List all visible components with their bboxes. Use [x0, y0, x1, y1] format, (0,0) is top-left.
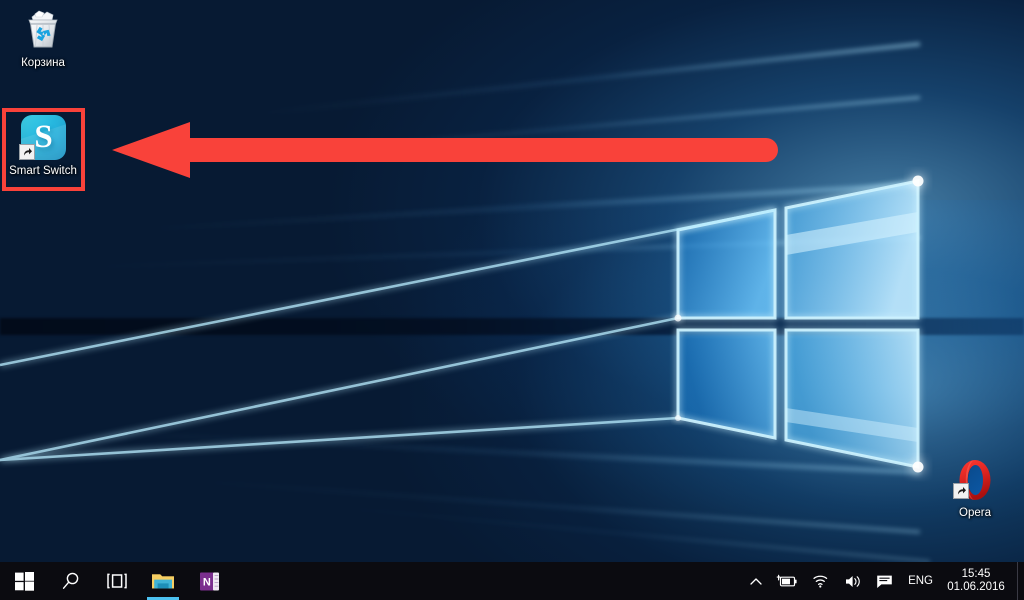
speaker-icon: [846, 575, 860, 587]
desktop-screen: Корзина S Smart Switch Opera N ENG 15:45…: [0, 0, 1024, 600]
battery-charging-icon: [776, 574, 797, 586]
taskbar-start-button[interactable]: [0, 562, 48, 600]
tray-language-indicator[interactable]: ENG: [900, 575, 943, 587]
clock-date: 01.06.2016: [947, 581, 1005, 593]
desktop-icon-recycle-bin[interactable]: Корзина: [4, 6, 82, 70]
desktop-icon-label: Opera: [959, 507, 991, 519]
tray-battery-button[interactable]: [769, 562, 805, 600]
taskbar-search-button[interactable]: [48, 562, 94, 600]
tray-action-center-button[interactable]: [869, 562, 900, 600]
folder-icon: [152, 574, 174, 589]
taskbar: N ENG 15:45 01.06.2016: [0, 562, 1024, 600]
desktop-icon-label: Корзина: [21, 57, 65, 69]
wifi-icon: [813, 575, 828, 588]
tray-show-hidden-icons-button[interactable]: [743, 562, 769, 600]
opera-icon-center: [967, 465, 983, 495]
desktop-icon-label: Smart Switch: [9, 165, 77, 177]
taskbar-empty-area[interactable]: [232, 562, 743, 600]
taskbar-task-view-button[interactable]: [94, 562, 140, 600]
taskbar-buttons: N: [0, 562, 232, 600]
clock-time: 15:45: [961, 568, 991, 580]
opera-icon: [951, 456, 999, 504]
tray-volume-button[interactable]: [837, 562, 869, 600]
shortcut-overlay-icon: [19, 144, 35, 160]
search-icon: [62, 572, 79, 589]
show-desktop-button[interactable]: [1017, 562, 1024, 600]
taskbar-file-explorer-button[interactable]: [140, 562, 186, 600]
svg-text:N: N: [202, 576, 210, 588]
smart-switch-icon: S: [19, 114, 67, 162]
desktop-icon-smart-switch[interactable]: S Smart Switch: [4, 114, 82, 178]
taskbar-clock[interactable]: 15:45 01.06.2016: [943, 568, 1017, 594]
chevron-up-icon: [750, 577, 762, 585]
taskbar-onenote-button[interactable]: N: [186, 562, 232, 600]
task-view-icon: [107, 573, 127, 589]
system-tray: ENG 15:45 01.06.2016: [743, 562, 1024, 600]
shortcut-overlay-icon: [953, 483, 969, 499]
recycle-bin-icon: [19, 6, 67, 54]
desktop-icon-opera[interactable]: Opera: [936, 456, 1014, 520]
tray-network-button[interactable]: [805, 562, 837, 600]
onenote-icon: N: [199, 572, 219, 590]
notification-icon: [877, 575, 892, 588]
windows-logo-icon: [14, 571, 34, 591]
